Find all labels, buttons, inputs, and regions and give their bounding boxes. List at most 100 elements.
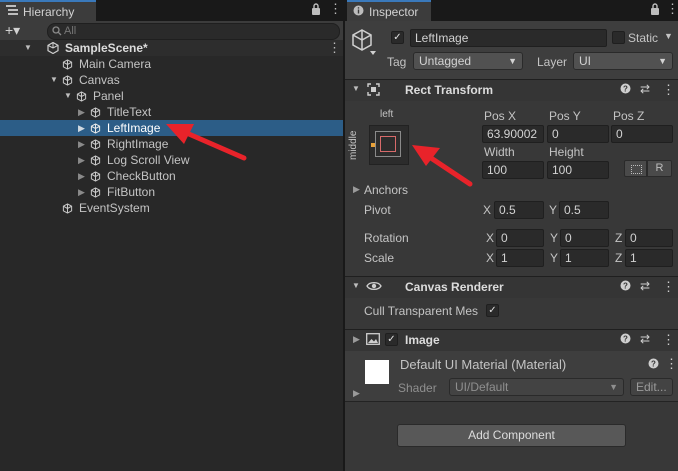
anchor-preset-button[interactable] [369, 125, 409, 165]
list-item[interactable]: EventSystem [0, 200, 343, 216]
kebab-menu-icon[interactable]: ⋮ [665, 356, 678, 372]
preset-icon[interactable]: ⇄ [640, 82, 650, 96]
svg-text:?: ? [623, 335, 628, 344]
svg-text:?: ? [651, 360, 656, 369]
rot-x-field[interactable]: 0 [496, 229, 544, 247]
layer-dropdown[interactable]: UI ▼ [573, 52, 673, 70]
scene-menu-icon[interactable]: ⋮ [328, 40, 341, 56]
chevron-down-icon[interactable]: ▼ [664, 31, 673, 41]
posx-label: Pos X [484, 109, 517, 123]
inspector-tab-label: Inspector [369, 4, 419, 19]
lock-icon[interactable] [650, 3, 660, 18]
posx-field[interactable]: 63.90002 [482, 125, 544, 143]
list-item[interactable]: ▼ Canvas [0, 72, 343, 88]
item-label: EventSystem [79, 201, 150, 215]
object-name-field[interactable]: LeftImage [410, 29, 607, 47]
item-label: FitButton [107, 185, 156, 199]
expand-arrow-icon[interactable]: ▶ [78, 136, 85, 152]
height-field[interactable]: 100 [547, 161, 609, 179]
help-icon[interactable]: ? [620, 280, 631, 294]
height-label: Height [549, 145, 584, 159]
posy-field[interactable]: 0 [547, 125, 609, 143]
scale-y-field[interactable]: 1 [560, 249, 609, 267]
expand-arrow-icon[interactable]: ▶ [78, 184, 85, 200]
expand-arrow-icon[interactable]: ▶ [78, 104, 85, 120]
hierarchy-tab-icon [6, 4, 18, 19]
rotation-label: Rotation [364, 231, 409, 245]
tag-dropdown[interactable]: Untagged ▼ [413, 52, 523, 70]
list-item[interactable]: Main Camera [0, 56, 343, 72]
anchors-label[interactable]: Anchors [364, 183, 408, 197]
active-checkbox[interactable]: ✓ [391, 31, 404, 44]
annotation-arrow [412, 145, 473, 187]
width-field[interactable]: 100 [482, 161, 544, 179]
image-enabled-checkbox[interactable]: ✓ [385, 333, 398, 346]
info-icon [353, 5, 364, 19]
image-title: Image [405, 333, 440, 347]
tag-label: Tag [387, 55, 407, 69]
expand-arrow-icon[interactable]: ▼ [64, 88, 72, 104]
expand-arrow-icon[interactable]: ▼ [352, 84, 360, 93]
expand-arrow-icon[interactable]: ▶ [353, 184, 360, 195]
pivot-y-field[interactable]: 0.5 [559, 201, 609, 219]
gameobject-icon[interactable] [351, 28, 377, 59]
kebab-menu-icon[interactable]: ⋮ [662, 332, 675, 348]
hierarchy-panel: Hierarchy ⋮ +▾ All ▼ SampleScene* ⋮ Main… [0, 0, 343, 471]
search-icon [52, 25, 62, 39]
annotation-arrow [166, 124, 247, 161]
expand-arrow-icon[interactable]: ▶ [353, 388, 360, 399]
expand-arrow-icon[interactable]: ▼ [50, 72, 58, 88]
material-preview[interactable] [365, 360, 389, 384]
kebab-menu-icon[interactable]: ⋮ [666, 1, 678, 17]
material-name: Default UI Material (Material) [400, 357, 567, 372]
scale-z-field[interactable]: 1 [625, 249, 673, 267]
kebab-menu-icon[interactable]: ⋮ [662, 82, 675, 98]
expand-arrow-icon[interactable]: ▶ [78, 120, 85, 136]
kebab-menu-icon[interactable]: ⋮ [329, 1, 342, 17]
help-icon[interactable]: ? [620, 83, 631, 97]
add-button[interactable]: +▾ [5, 21, 20, 40]
lock-icon[interactable] [311, 3, 321, 18]
posz-field[interactable]: 0 [611, 125, 673, 143]
rot-x-label: X [486, 231, 495, 245]
rot-z-field[interactable]: 0 [625, 229, 673, 247]
blueprint-mode-button[interactable] [624, 160, 647, 177]
search-input[interactable]: All [47, 23, 340, 40]
help-icon[interactable]: ? [620, 333, 631, 347]
scale-z-label: Z [615, 251, 623, 265]
add-component-label: Add Component [468, 428, 555, 442]
expand-arrow-icon[interactable]: ▶ [78, 152, 85, 168]
add-component-button[interactable]: Add Component [397, 424, 626, 447]
scale-x-field[interactable]: 1 [496, 249, 544, 267]
static-checkbox[interactable] [612, 31, 625, 44]
expand-arrow-icon[interactable]: ▶ [78, 168, 85, 184]
shader-label: Shader [398, 381, 437, 395]
preset-icon[interactable]: ⇄ [640, 332, 650, 346]
list-item[interactable]: ▼ Panel [0, 88, 343, 104]
cull-checkbox[interactable]: ✓ [486, 304, 499, 317]
rot-y-field[interactable]: 0 [560, 229, 609, 247]
pivot-x-field[interactable]: 0.5 [494, 201, 544, 219]
list-item[interactable]: ▶ TitleText [0, 104, 343, 120]
list-item[interactable]: ▶ CheckButton [0, 168, 343, 184]
preset-icon[interactable]: ⇄ [640, 279, 650, 293]
expand-arrow-icon[interactable]: ▼ [352, 281, 360, 290]
chevron-down-icon: ▼ [508, 56, 517, 66]
edit-shader-button[interactable]: Edit... [630, 378, 673, 396]
expand-arrow-icon[interactable]: ▼ [24, 40, 32, 56]
scene-row[interactable]: ▼ SampleScene* ⋮ [0, 40, 343, 56]
expand-arrow-icon[interactable]: ▶ [353, 334, 360, 345]
help-icon[interactable]: ? [648, 358, 659, 372]
svg-text:?: ? [623, 85, 628, 94]
list-item[interactable]: ▶ FitButton [0, 184, 343, 200]
item-label: TitleText [107, 105, 152, 119]
static-label: Static [628, 31, 659, 45]
rot-y-label: Y [550, 231, 559, 245]
hierarchy-tab[interactable]: Hierarchy [0, 0, 96, 21]
svg-text:?: ? [623, 282, 628, 291]
shader-dropdown[interactable]: UI/Default ▼ [449, 378, 624, 396]
item-label: CheckButton [107, 169, 176, 183]
inspector-tab[interactable]: Inspector [347, 0, 431, 21]
raw-edit-button[interactable]: R [647, 160, 672, 177]
kebab-menu-icon[interactable]: ⋮ [662, 279, 675, 295]
